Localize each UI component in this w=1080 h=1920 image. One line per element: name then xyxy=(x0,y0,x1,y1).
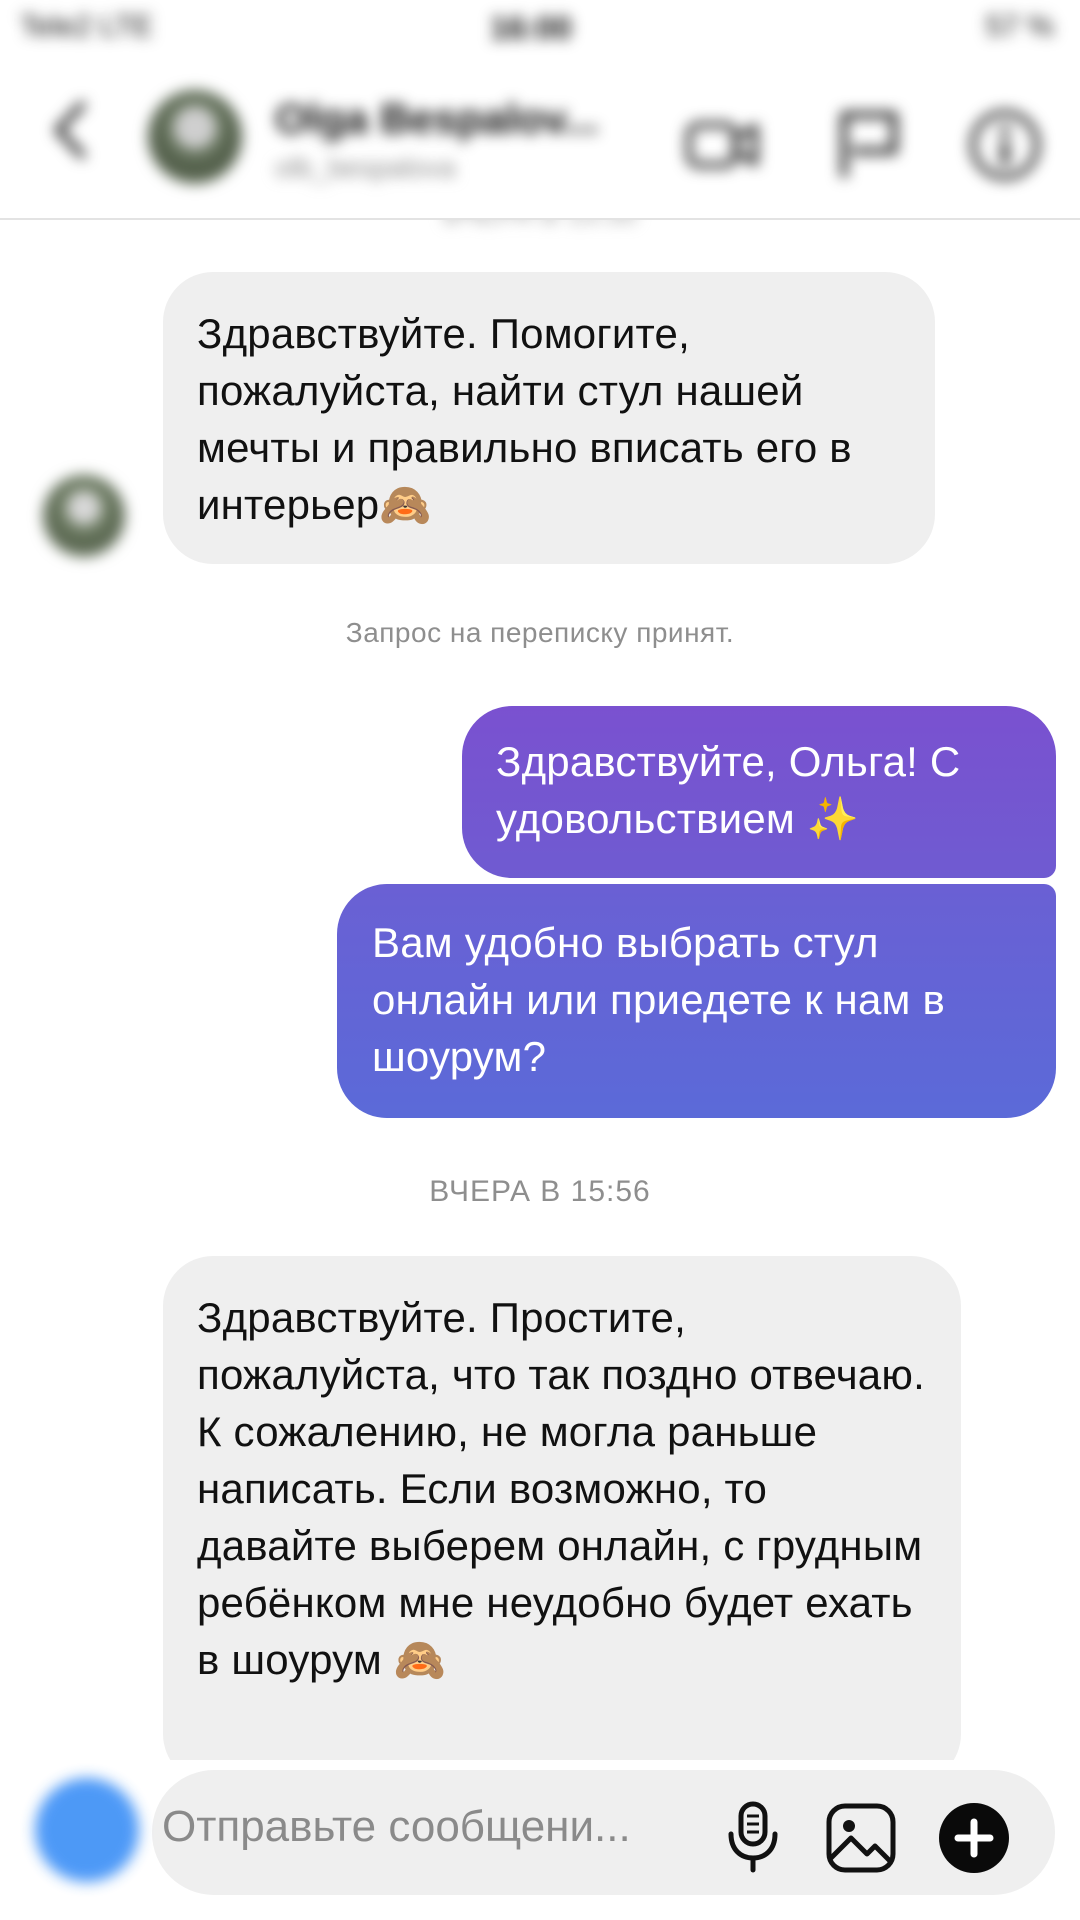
outgoing-message[interactable]: Вам удобно выбрать стул онлайн или приед… xyxy=(337,884,1056,1118)
date-separator-top: ВЧЕРА В 15:30 xyxy=(0,220,1080,230)
incoming-message[interactable]: Здравствуйте. Помогите, пожалуйста, найт… xyxy=(163,272,935,564)
video-camera-icon[interactable] xyxy=(683,105,763,185)
battery-indicator: 57 % xyxy=(985,10,1054,43)
chat-header: Olga Bespalov... olb_bespalova xyxy=(0,60,1080,220)
timestamp: ВЧЕРА В 15:56 xyxy=(429,1175,651,1208)
incoming-message[interactable]: Здравствуйте. Простите, пожалуйста, что … xyxy=(163,1256,961,1760)
carrier-signal: Tele2 LTE xyxy=(20,10,153,43)
system-note: Запрос на переписку принят. xyxy=(345,617,735,648)
chevron-left-icon[interactable] xyxy=(38,95,108,165)
message-composer: Отправьте сообщени... xyxy=(0,1760,1080,1920)
message-thread[interactable]: ВЧЕРА В 15:30 Здравствуйте. Помогите, по… xyxy=(0,220,1080,1760)
contact-username: olb_bespalova xyxy=(275,152,456,183)
outgoing-message[interactable]: Здравствуйте, Ольга! С удовольствием ✨ xyxy=(462,706,1056,878)
status-bar: Tele2 LTE 16:00 57 % xyxy=(0,0,1080,60)
plus-icon[interactable] xyxy=(938,1802,1010,1874)
status-time: 16:00 xyxy=(490,10,572,46)
camera-icon[interactable] xyxy=(35,1778,139,1882)
flag-icon[interactable] xyxy=(830,105,910,185)
image-icon[interactable] xyxy=(825,1802,897,1874)
sender-avatar[interactable] xyxy=(43,475,125,557)
info-icon[interactable] xyxy=(965,105,1045,185)
microphone-icon[interactable] xyxy=(725,1800,781,1874)
avatar[interactable] xyxy=(148,90,242,184)
contact-name[interactable]: Olga Bespalov... xyxy=(275,95,599,143)
message-input[interactable]: Отправьте сообщени... xyxy=(162,1802,631,1852)
